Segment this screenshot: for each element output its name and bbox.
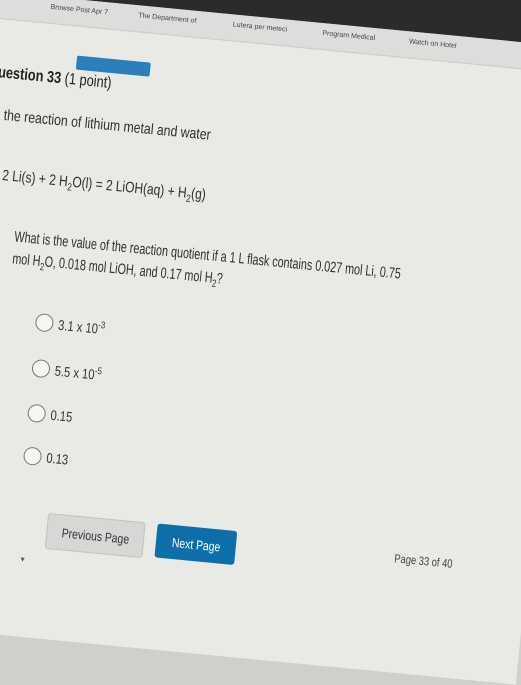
browser-tab[interactable]: Watch on Hotel — [409, 38, 457, 50]
browser-tab[interactable]: The Department of — [138, 12, 197, 25]
answer-option[interactable]: 3.1 x 10-3 — [34, 312, 118, 339]
previous-page-button[interactable]: Previous Page — [44, 512, 146, 559]
chemical-equation: 2 Li(s) + 2 H2O(l) = 2 LiOH(aq) + H2(g) — [1, 167, 207, 206]
answer-option[interactable]: 5.5 x 10-5 — [31, 358, 114, 385]
radio-button[interactable] — [34, 312, 55, 333]
page-counter: Page 33 of 40 — [393, 551, 454, 571]
answer-option[interactable]: 0.15 — [26, 403, 79, 427]
browser-tab[interactable]: Program Medical — [322, 30, 375, 42]
answer-option[interactable]: 0.13 — [22, 446, 75, 469]
browser-screen: Browse Post Apr 7 The Department of Lute… — [0, 0, 521, 685]
question-text: What is the value of the reaction quotie… — [11, 228, 402, 290]
radio-button[interactable] — [31, 358, 51, 379]
radio-button[interactable] — [22, 446, 43, 467]
browser-tab[interactable]: Lutera per meteci — [232, 21, 287, 33]
radio-button[interactable] — [26, 403, 47, 424]
question-points: (1 point) — [63, 70, 113, 92]
chevron-down-icon: ▾ — [20, 554, 26, 564]
browser-tab[interactable]: Browse Post Apr 7 — [50, 4, 108, 16]
question-prompt: In the reaction of lithium metal and wat… — [0, 105, 212, 144]
next-page-button[interactable]: Next Page — [154, 523, 238, 565]
